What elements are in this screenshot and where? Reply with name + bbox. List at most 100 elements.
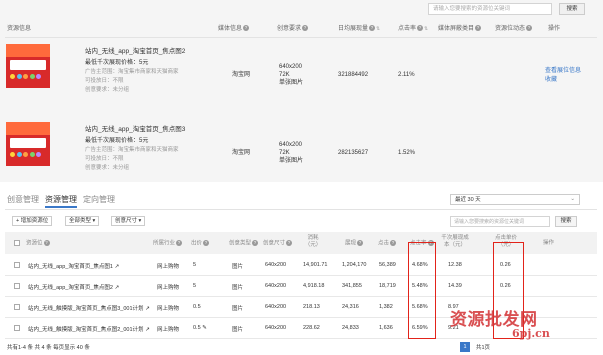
- help-icon[interactable]: ?: [302, 25, 309, 32]
- tab-resource[interactable]: 资源管理: [45, 195, 77, 208]
- col-cpm: 千次展现成本（元）: [441, 235, 469, 248]
- row-type: 图片: [232, 306, 244, 312]
- row-bid: 0.5: [193, 304, 201, 310]
- row-industry: 网上购物: [157, 306, 180, 312]
- help-icon[interactable]: ?: [243, 25, 250, 32]
- col-bid: 出价?: [191, 240, 210, 247]
- row-checkbox[interactable]: [14, 325, 20, 331]
- row-name[interactable]: 站内_无线_触摸版_淘宝首页_焦点图2_001计划 ↗: [28, 325, 150, 333]
- view-slot-info-link[interactable]: 查看展位信息: [545, 67, 581, 75]
- row-checkbox[interactable]: [14, 304, 20, 310]
- col-op: 操作: [543, 240, 555, 246]
- help-icon[interactable]: ?: [475, 25, 482, 32]
- header-action: 操作: [548, 26, 561, 32]
- select-all-checkbox[interactable]: [14, 240, 20, 246]
- row-pv: 24,316: [342, 304, 359, 310]
- col-cost: 消耗（元）: [304, 235, 322, 248]
- row-pv: 1,204,170: [342, 262, 367, 268]
- creative-size: 640x200: [279, 64, 303, 70]
- resource-row: 站内_无线_app_淘宝首页_焦点图2 最低千次展现价格：5元 广告主范围：淘宝…: [0, 38, 603, 104]
- chevron-down-icon: ▾: [138, 218, 142, 224]
- row-cpm: 12.38: [448, 262, 462, 268]
- page-1-button[interactable]: 1: [460, 342, 470, 352]
- row-type: 图片: [232, 285, 244, 291]
- ctr-highlight-box: [408, 242, 436, 339]
- row-size: 640x200: [265, 304, 287, 310]
- ctr-value: 1.52%: [398, 150, 416, 156]
- ad-thumbnail[interactable]: [6, 122, 50, 166]
- row-checkbox[interactable]: [14, 262, 20, 268]
- creative-format: 单张图片: [279, 158, 304, 164]
- row-name[interactable]: 站内_无线_app_淘宝首页_焦点图2 ↗: [28, 283, 119, 291]
- ad-audience: 广告主范围：淘宝集市商家和天猫商家: [85, 147, 179, 153]
- row-bid: 5: [193, 262, 197, 268]
- col-industry: 所属行业?: [153, 240, 183, 247]
- ad-group: 创意要求：未分组: [85, 165, 130, 171]
- tab-bar: 创意管理 资源管理 定向管理: [7, 194, 121, 208]
- ad-price: 最低千次展现价格：5元: [85, 60, 149, 66]
- row-cost: 228.62: [303, 325, 320, 331]
- creative-format: 单张图片: [279, 80, 304, 86]
- help-icon[interactable]: ?: [417, 25, 424, 32]
- chevron-down-icon: ▾: [92, 218, 96, 224]
- col-pv: 展现?: [345, 240, 364, 247]
- sort-icon[interactable]: ⇅: [424, 26, 428, 32]
- watermark-url: 6pj.cn: [512, 327, 550, 340]
- external-link-icon[interactable]: ↗: [145, 327, 150, 333]
- creative-size: 640x200: [279, 142, 303, 148]
- pager-info: 共有1-4 条 共 4 条 每页显示 40 条: [7, 345, 90, 351]
- creative-kb: 72K: [279, 150, 290, 156]
- external-link-icon[interactable]: ↗: [115, 285, 120, 291]
- row-size: 640x200: [265, 262, 287, 268]
- bottom-search-input[interactable]: 请输入您要搜索的资源位关键词: [450, 216, 550, 227]
- row-cost: 14,901.71: [303, 262, 328, 268]
- media-name: 淘宝网: [232, 72, 251, 78]
- external-link-icon[interactable]: ↗: [115, 264, 120, 270]
- row-click: 1,636: [379, 325, 393, 331]
- col-type: 创意类型?: [229, 240, 259, 247]
- ad-recommend: 可投放日：不限: [85, 78, 124, 84]
- daily-pv-value: 321884492: [338, 72, 369, 78]
- favorite-link[interactable]: 收藏: [545, 76, 557, 84]
- row-size: 640x200: [265, 283, 287, 289]
- top-search-button[interactable]: 搜索: [559, 3, 585, 15]
- resource-management-panel: 创意管理 资源管理 定向管理 最近 30 天 ⌄ + 增加资源位 全部类型 ▾ 创意尺…: [0, 182, 603, 355]
- row-name[interactable]: 站内_无线_app_淘宝首页_焦点图1 ↗: [28, 262, 119, 270]
- help-icon[interactable]: ?: [369, 25, 376, 32]
- row-name[interactable]: 站内_无线_触摸版_淘宝首页_焦点图3_001计划 ↗: [28, 304, 150, 312]
- add-resource-button[interactable]: + 增加资源位: [12, 216, 53, 226]
- col-click: 点击?: [378, 240, 397, 247]
- tab-targeting[interactable]: 定向管理: [83, 195, 115, 204]
- row-checkbox[interactable]: [14, 283, 20, 289]
- row-cpm: 14.39: [448, 283, 462, 289]
- chevron-down-icon: ⌄: [570, 196, 575, 202]
- tab-creative[interactable]: 创意管理: [7, 195, 39, 204]
- header-creative: 创意要求?: [277, 25, 309, 32]
- date-range-select[interactable]: 最近 30 天 ⌄: [450, 194, 580, 205]
- size-filter[interactable]: 创意尺寸 ▾: [111, 216, 146, 226]
- pencil-icon[interactable]: ✎: [202, 325, 207, 331]
- row-type: 图片: [232, 264, 244, 270]
- header-daily-pv[interactable]: 日均展现量? ⇅: [338, 23, 380, 35]
- ad-title[interactable]: 站内_无线_app_淘宝首页_焦点图2: [85, 45, 185, 55]
- ad-group: 创意要求：未分组: [85, 87, 130, 93]
- col-name: 资源位?: [26, 240, 50, 247]
- ad-thumbnail[interactable]: [6, 44, 50, 88]
- sort-icon[interactable]: ⇅: [376, 26, 380, 32]
- row-bid: 5: [193, 283, 197, 289]
- ctr-value: 2.11%: [398, 72, 415, 78]
- ad-title[interactable]: 站内_无线_app_淘宝首页_焦点图3: [85, 123, 185, 133]
- plus-icon: +: [16, 218, 20, 224]
- header-media: 媒体信息?: [218, 25, 250, 32]
- help-icon[interactable]: ?: [526, 25, 533, 32]
- ad-audience: 广告主范围：淘宝集市商家和天猫商家: [85, 69, 179, 75]
- page-count: 共1页: [476, 345, 491, 351]
- daily-pv-value: 282135627: [338, 150, 369, 156]
- header-resource: 资源信息: [7, 26, 32, 32]
- top-search-input[interactable]: 请输入您要搜索的资源位关键词: [428, 3, 552, 15]
- bottom-search-button[interactable]: 搜索: [555, 216, 577, 227]
- header-ctr[interactable]: 点击率? ⇅: [398, 23, 428, 35]
- type-filter[interactable]: 全部类型 ▾: [65, 216, 100, 226]
- row-cost: 4,918.18: [303, 283, 325, 289]
- external-link-icon[interactable]: ↗: [145, 306, 150, 312]
